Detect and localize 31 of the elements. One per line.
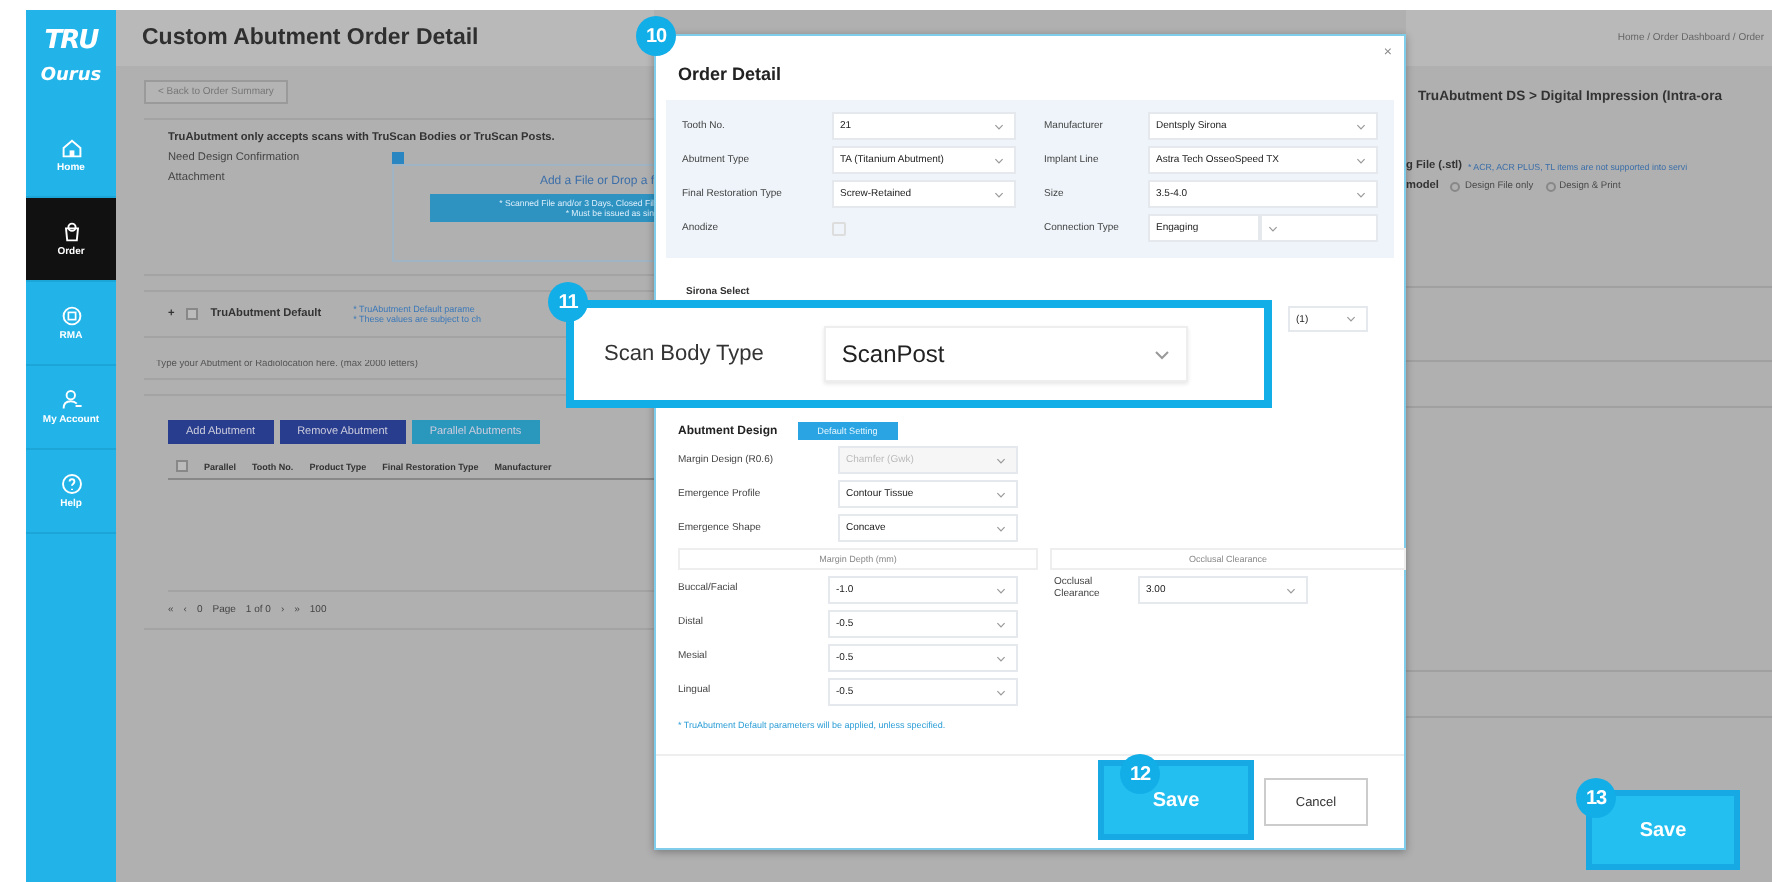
chevron-icon bbox=[1356, 123, 1366, 129]
chevron-icon bbox=[996, 655, 1006, 661]
chevron-icon bbox=[994, 123, 1004, 129]
chevron-icon bbox=[996, 689, 1006, 695]
chevron-icon bbox=[1153, 349, 1170, 359]
dialog-title: Order Detail bbox=[678, 64, 782, 84]
chevron-icon bbox=[996, 587, 1006, 593]
bag-icon bbox=[59, 219, 83, 244]
brand-logo: TRU bbox=[44, 26, 98, 56]
brand-name: Ourus bbox=[40, 66, 102, 86]
select-field[interactable]: ScanPost bbox=[823, 326, 1188, 382]
user-icon bbox=[59, 387, 83, 412]
checkbox[interactable] bbox=[186, 308, 199, 320]
chevron-icon bbox=[996, 457, 1006, 463]
chevron-icon bbox=[996, 525, 1006, 531]
checkbox[interactable] bbox=[392, 152, 404, 164]
chevron-icon bbox=[996, 491, 1006, 497]
return-icon bbox=[59, 303, 83, 328]
chevron-icon bbox=[1346, 316, 1356, 322]
chevron-icon bbox=[994, 191, 1004, 197]
chevron-icon bbox=[1356, 157, 1366, 163]
chevron-icon bbox=[994, 157, 1004, 163]
chevron-icon bbox=[1356, 191, 1366, 197]
field-label: Scan Body Type bbox=[604, 342, 764, 366]
chevron-icon bbox=[996, 621, 1006, 627]
chevron-icon bbox=[1286, 587, 1296, 593]
home-icon bbox=[59, 135, 83, 160]
select-field[interactable] bbox=[1260, 214, 1378, 242]
chevron-icon bbox=[1268, 225, 1278, 231]
checkbox[interactable] bbox=[176, 460, 188, 472]
help-icon bbox=[59, 471, 83, 496]
